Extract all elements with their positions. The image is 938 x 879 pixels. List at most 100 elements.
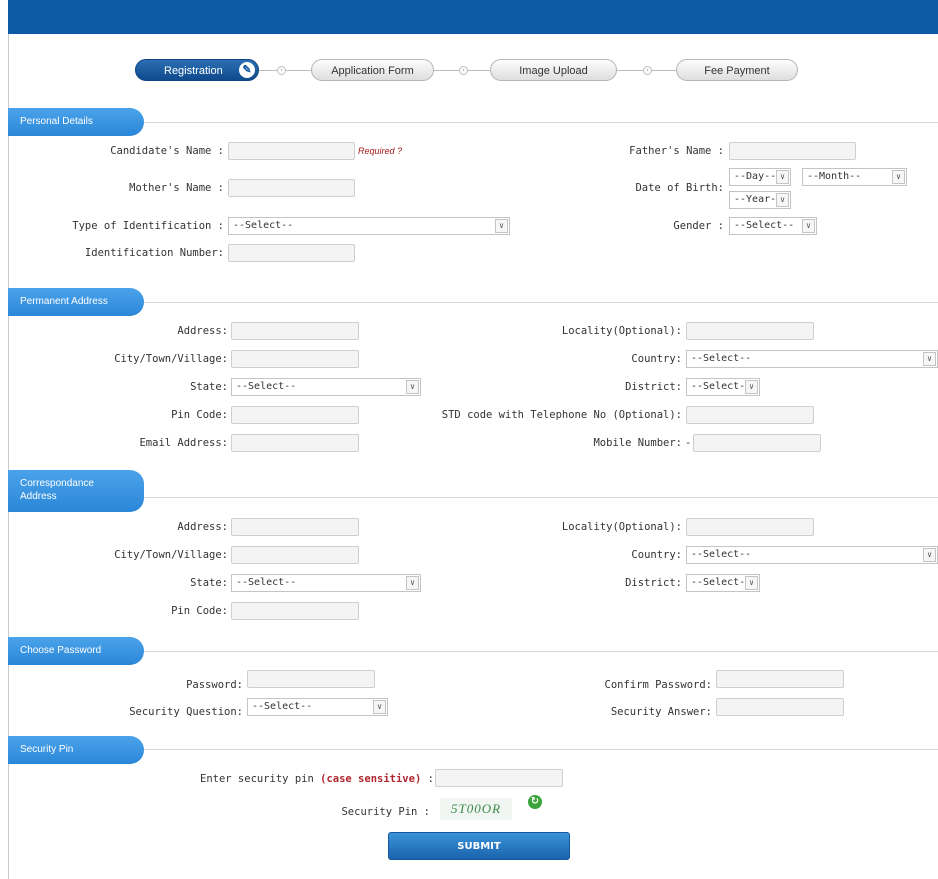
enter-pin-label: Enter security pin (case sensitive) : <box>200 773 434 785</box>
father-name-label: Father's Name : <box>629 145 724 157</box>
id-type-select[interactable]: --Select-- ∨ <box>228 217 510 235</box>
chevron-down-icon: ∨ <box>776 193 789 207</box>
perm-state-select[interactable]: --Select-- ∨ <box>231 378 421 396</box>
refresh-icon[interactable]: ↻ <box>528 795 542 809</box>
mobile-prefix: - <box>685 437 692 449</box>
mother-name-label: Mother's Name : <box>129 182 224 194</box>
chevron-down-icon: ∨ <box>495 219 508 233</box>
chevron-down-icon: ∨ <box>923 548 936 562</box>
section-security-pin: Security Pin <box>8 736 144 764</box>
submit-button[interactable]: SUBMIT <box>388 832 570 860</box>
corr-district-value: --Select-- <box>691 577 752 588</box>
id-type-label: Type of Identification : <box>72 220 224 232</box>
password-label: Password: <box>186 679 243 691</box>
security-answer-label: Security Answer: <box>610 706 712 718</box>
chevron-down-icon: ∨ <box>406 380 419 394</box>
section-title: Personal Details <box>20 116 93 127</box>
corr-address-label: Address: <box>177 521 228 533</box>
security-question-value: --Select-- <box>252 701 313 712</box>
step-image-upload[interactable]: Image Upload <box>490 59 617 81</box>
section-personal-details: Personal Details <box>8 108 144 136</box>
perm-address-input[interactable] <box>231 322 359 340</box>
chevron-down-icon: ∨ <box>745 576 758 590</box>
chevron-down-icon: ∨ <box>923 352 936 366</box>
perm-pin-input[interactable] <box>231 406 359 424</box>
step-application-form[interactable]: Application Form <box>311 59 434 81</box>
chevron-circle-icon: › <box>277 66 286 75</box>
corr-city-label: City/Town/Village: <box>114 549 228 561</box>
perm-pin-label: Pin Code: <box>171 409 228 421</box>
gender-select[interactable]: --Select-- ∨ <box>729 217 817 235</box>
corr-country-select[interactable]: --Select-- ∨ <box>686 546 938 564</box>
top-bar <box>8 0 938 34</box>
candidate-name-input[interactable] <box>228 142 355 160</box>
id-number-label: Identification Number: <box>84 247 224 259</box>
section-permanent-address: Permanent Address <box>8 288 144 316</box>
corr-pin-input[interactable] <box>231 602 359 620</box>
section-title: Address <box>20 491 57 502</box>
step-registration[interactable]: Registration ✎ <box>135 59 259 81</box>
perm-locality-input[interactable] <box>686 322 814 340</box>
perm-address-label: Address: <box>177 325 228 337</box>
section-divider <box>140 302 938 303</box>
dob-month-select[interactable]: --Month-- ∨ <box>802 168 907 186</box>
confirm-password-input[interactable] <box>716 670 844 688</box>
perm-email-input[interactable] <box>231 434 359 452</box>
step-label: Fee Payment <box>704 65 770 77</box>
father-name-input[interactable] <box>729 142 856 160</box>
corr-district-label: District: <box>625 577 682 589</box>
security-pin-input[interactable] <box>435 769 563 787</box>
chevron-down-icon: ∨ <box>406 576 419 590</box>
perm-state-value: --Select-- <box>236 381 297 392</box>
dob-month-value: --Month-- <box>807 171 862 182</box>
perm-city-input[interactable] <box>231 350 359 368</box>
step-label: Application Form <box>331 65 414 77</box>
corr-district-select[interactable]: --Select-- ∨ <box>686 574 760 592</box>
required-hint: Required ? <box>358 146 403 156</box>
chevron-down-icon: ∨ <box>776 170 789 184</box>
section-divider <box>140 651 938 652</box>
perm-district-select[interactable]: --Select-- ∨ <box>686 378 760 396</box>
section-title: Permanent Address <box>20 296 108 307</box>
corr-state-select[interactable]: --Select-- ∨ <box>231 574 421 592</box>
perm-std-input[interactable] <box>686 406 814 424</box>
dob-day-value: --Day-- <box>734 171 777 182</box>
chevron-circle-icon: › <box>643 66 652 75</box>
step-fee-payment[interactable]: Fee Payment <box>676 59 798 81</box>
section-divider <box>140 749 938 750</box>
security-question-select[interactable]: --Select-- ∨ <box>247 698 388 716</box>
perm-mobile-input[interactable] <box>693 434 821 452</box>
section-divider <box>140 122 938 123</box>
corr-locality-input[interactable] <box>686 518 814 536</box>
corr-pin-label: Pin Code: <box>171 605 228 617</box>
section-title: Correspondance <box>20 478 94 489</box>
dob-day-select[interactable]: --Day-- ∨ <box>729 168 791 186</box>
perm-city-label: City/Town/Village: <box>114 353 228 365</box>
section-divider <box>140 497 938 498</box>
enter-pin-text: Enter security pin <box>200 773 314 785</box>
section-title: Choose Password <box>20 645 102 656</box>
chevron-down-icon: ∨ <box>802 219 815 233</box>
section-correspondence-address: Correspondance Address <box>8 470 144 512</box>
dob-year-select[interactable]: --Year-- ∨ <box>729 191 791 209</box>
section-title: Security Pin <box>20 744 74 755</box>
perm-district-value: --Select-- <box>691 381 752 392</box>
gender-value: --Select-- <box>734 220 795 231</box>
perm-country-select[interactable]: --Select-- ∨ <box>686 350 938 368</box>
corr-address-input[interactable] <box>231 518 359 536</box>
password-input[interactable] <box>247 670 375 688</box>
enter-pin-colon: : <box>427 773 434 785</box>
perm-locality-label: Locality(Optional): <box>561 325 682 337</box>
perm-country-label: Country: <box>631 353 682 365</box>
id-type-value: --Select-- <box>233 220 294 231</box>
pencil-icon: ✎ <box>239 62 255 78</box>
candidate-name-label: Candidate's Name : <box>110 145 224 157</box>
corr-city-input[interactable] <box>231 546 359 564</box>
id-number-input[interactable] <box>228 244 355 262</box>
chevron-down-icon: ∨ <box>373 700 386 714</box>
mother-name-input[interactable] <box>228 179 355 197</box>
perm-mobile-label: Mobile Number: <box>593 437 682 449</box>
security-answer-input[interactable] <box>716 698 844 716</box>
perm-country-value: --Select-- <box>691 353 752 364</box>
chevron-down-icon: ∨ <box>745 380 758 394</box>
